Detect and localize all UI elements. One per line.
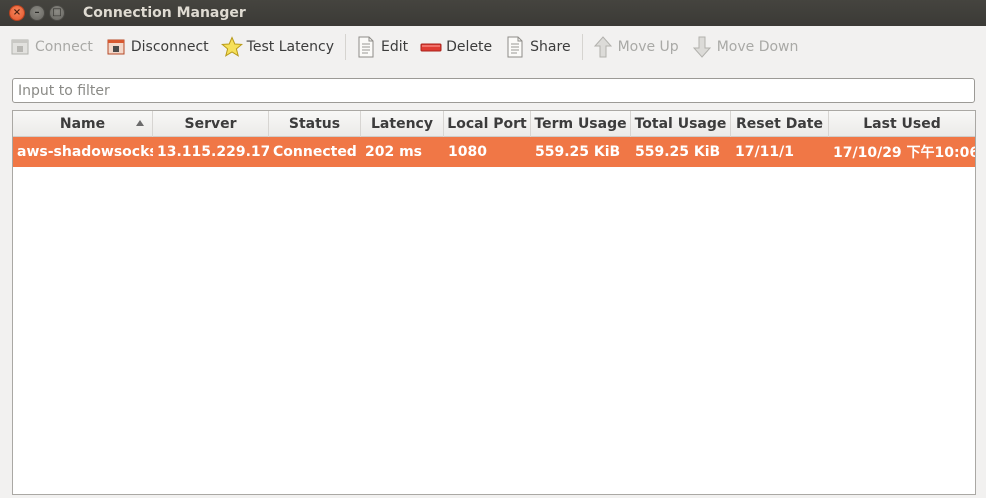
move-down-button[interactable]: Move Down — [688, 32, 802, 62]
test-latency-button[interactable]: Test Latency — [218, 32, 337, 62]
close-icon: × — [12, 7, 22, 18]
arrow-up-icon — [592, 36, 614, 58]
minimize-icon: – — [34, 7, 40, 18]
cell-reset-date: 17/11/1 — [735, 144, 794, 160]
column-header-server[interactable]: Server — [153, 111, 269, 137]
edit-label: Edit — [381, 39, 409, 55]
table-row[interactable]: aws-shadowsocks 13.115.229.177 Connected… — [13, 137, 975, 167]
move-down-label: Move Down — [716, 39, 799, 55]
cell-total-usage: 559.25 KiB — [635, 144, 721, 160]
column-header-last-used[interactable]: Last Used — [829, 111, 975, 137]
column-header-total-usage[interactable]: Total Usage — [631, 111, 731, 137]
share-document-icon — [504, 36, 526, 58]
arrow-down-icon — [691, 36, 713, 58]
disconnect-icon — [105, 36, 127, 58]
cell-local-port: 1080 — [448, 144, 487, 160]
toolbar-separator — [345, 34, 347, 60]
table-header: Name Server Status Latency Local Port Te… — [13, 111, 975, 137]
sort-ascending-icon — [136, 120, 144, 126]
disconnect-label: Disconnect — [130, 39, 209, 55]
cell-name: aws-shadowsocks — [17, 144, 153, 160]
share-button[interactable]: Share — [501, 32, 573, 62]
connect-button[interactable]: Connect — [6, 32, 96, 62]
disconnect-button[interactable]: Disconnect — [102, 32, 212, 62]
connect-icon — [9, 36, 31, 58]
column-header-name[interactable]: Name — [13, 111, 153, 137]
star-icon — [220, 36, 243, 58]
move-up-label: Move Up — [617, 39, 679, 55]
move-up-button[interactable]: Move Up — [589, 32, 682, 62]
toolbar: Connect Disconnect Test Latency Edit Del… — [0, 26, 986, 68]
connect-label: Connect — [35, 39, 93, 55]
maximize-icon: □ — [52, 7, 62, 18]
cell-latency: 202 ms — [365, 144, 423, 160]
cell-status: Connected — [273, 144, 357, 160]
close-window-button[interactable]: × — [9, 5, 25, 21]
minimize-window-button[interactable]: – — [29, 5, 45, 21]
share-label: Share — [530, 39, 571, 55]
edit-document-icon — [355, 36, 377, 58]
column-header-reset-date[interactable]: Reset Date — [731, 111, 829, 137]
cell-last-used: 17/10/29 下午10:06 — [833, 145, 975, 161]
test-latency-label: Test Latency — [246, 39, 335, 55]
delete-label: Delete — [446, 39, 493, 55]
maximize-window-button[interactable]: □ — [49, 5, 65, 21]
delete-icon — [420, 36, 442, 58]
column-header-local-port[interactable]: Local Port — [444, 111, 531, 137]
title-bar: × – □ Connection Manager — [0, 0, 986, 26]
toolbar-separator — [581, 34, 583, 60]
column-header-term-usage[interactable]: Term Usage — [531, 111, 631, 137]
column-header-latency[interactable]: Latency — [361, 111, 444, 137]
column-header-status[interactable]: Status — [269, 111, 361, 137]
edit-button[interactable]: Edit — [352, 32, 411, 62]
window-title: Connection Manager — [83, 5, 246, 21]
delete-button[interactable]: Delete — [417, 32, 495, 62]
cell-server: 13.115.229.177 — [157, 144, 269, 160]
cell-term-usage: 559.25 KiB — [535, 144, 621, 160]
filter-input[interactable] — [12, 78, 975, 103]
connections-table: Name Server Status Latency Local Port Te… — [12, 110, 976, 495]
